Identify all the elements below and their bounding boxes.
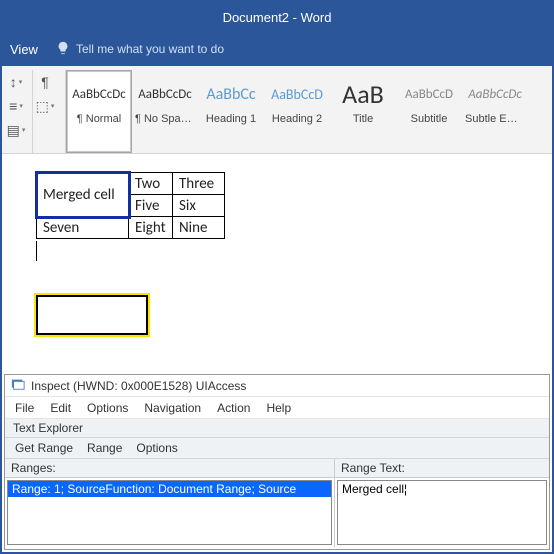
range-text-value: Merged cell¦ bbox=[338, 481, 546, 497]
document-table[interactable]: Merged cell Two Three Five Six Seven Eig… bbox=[36, 172, 225, 239]
ribbon-tabs: View Tell me what you want to do bbox=[2, 32, 552, 66]
window-title-bar: Document2 - Word bbox=[2, 2, 552, 32]
app-icon bbox=[11, 377, 25, 394]
tool-get-range[interactable]: Get Range bbox=[15, 441, 73, 455]
ranges-header: Ranges: bbox=[5, 459, 334, 478]
styles-gallery[interactable]: AaBbCcDc ¶ Normal AaBbCcDc ¶ No Spac… Aa… bbox=[66, 70, 550, 153]
window-title: Document2 - Word bbox=[223, 10, 332, 25]
inspect-columns: Ranges: Range: 1; SourceFunction: Docume… bbox=[5, 459, 549, 547]
pilcrow-button[interactable]: ¶ bbox=[35, 72, 55, 92]
table-cell[interactable]: Nine bbox=[173, 217, 225, 239]
menu-edit[interactable]: Edit bbox=[50, 401, 71, 415]
tell-me-search[interactable]: Tell me what you want to do bbox=[56, 41, 224, 58]
style-subtitle[interactable]: AaBbCcD Subtitle bbox=[396, 70, 462, 153]
style-subtle-emphasis[interactable]: AaBbCcDc Subtle Em… bbox=[462, 70, 528, 153]
inspect-subtool-label: Text Explorer bbox=[5, 419, 549, 438]
tab-view[interactable]: View bbox=[10, 42, 38, 57]
style-no-spacing[interactable]: AaBbCcDc ¶ No Spac… bbox=[132, 70, 198, 153]
table-row: Seven Eight Nine bbox=[37, 217, 225, 239]
table-cell[interactable]: Three bbox=[173, 173, 225, 195]
ribbon: ↕ ≡ ▤ ¶ ⬚ AaBbCcDc ¶ Normal AaBbCcDc ¶ N… bbox=[2, 66, 552, 154]
range-list-item[interactable]: Range: 1; SourceFunction: Document Range… bbox=[8, 481, 331, 497]
highlight-rectangle bbox=[36, 295, 148, 335]
lightbulb-icon bbox=[56, 41, 70, 58]
tell-me-placeholder: Tell me what you want to do bbox=[76, 42, 224, 56]
table-row: Merged cell Two Three bbox=[37, 173, 225, 195]
inspect-title: Inspect (HWND: 0x000E1528) UIAccess bbox=[31, 379, 246, 393]
table-cell-merged[interactable]: Merged cell bbox=[37, 173, 129, 217]
indent-button[interactable]: ≡ bbox=[6, 96, 26, 116]
style-heading-1[interactable]: AaBbCc Heading 1 bbox=[198, 70, 264, 153]
document-canvas[interactable]: Merged cell Two Three Five Six Seven Eig… bbox=[2, 154, 552, 384]
table-cell[interactable]: Eight bbox=[129, 217, 173, 239]
menu-action[interactable]: Action bbox=[217, 401, 250, 415]
ribbon-group-marks: ¶ ⬚ bbox=[33, 70, 66, 153]
rangetext-header: Range Text: bbox=[335, 459, 549, 478]
menu-file[interactable]: File bbox=[15, 401, 34, 415]
style-title[interactable]: AaB Title bbox=[330, 70, 396, 153]
rangetext-body[interactable]: Merged cell¦ bbox=[337, 480, 547, 545]
inspect-window: Inspect (HWND: 0x000E1528) UIAccess File… bbox=[4, 374, 550, 550]
inspect-title-bar[interactable]: Inspect (HWND: 0x000E1528) UIAccess bbox=[5, 375, 549, 397]
rangetext-column: Range Text: Merged cell¦ bbox=[335, 459, 549, 547]
style-heading-2[interactable]: AaBbCcD Heading 2 bbox=[264, 70, 330, 153]
inspect-toolbar: Get Range Range Options bbox=[5, 438, 549, 459]
bullets-button[interactable]: ↕ bbox=[6, 72, 26, 92]
inspect-menu-bar: File Edit Options Navigation Action Help bbox=[5, 397, 549, 419]
menu-help[interactable]: Help bbox=[266, 401, 291, 415]
ranges-list[interactable]: Range: 1; SourceFunction: Document Range… bbox=[7, 480, 332, 545]
align-button[interactable]: ▤ bbox=[6, 120, 26, 140]
table-cell[interactable]: Two bbox=[129, 173, 173, 195]
table-cell[interactable]: Five bbox=[129, 195, 173, 217]
ribbon-group-paragraph: ↕ ≡ ▤ bbox=[4, 70, 33, 153]
shading-button[interactable]: ⬚ bbox=[35, 96, 55, 116]
tool-range[interactable]: Range bbox=[87, 441, 122, 455]
table-cell[interactable]: Seven bbox=[37, 217, 129, 239]
text-caret bbox=[36, 241, 37, 261]
menu-options[interactable]: Options bbox=[87, 401, 128, 415]
table-cell[interactable]: Six bbox=[173, 195, 225, 217]
menu-navigation[interactable]: Navigation bbox=[144, 401, 201, 415]
ranges-column: Ranges: Range: 1; SourceFunction: Docume… bbox=[5, 459, 335, 547]
tool-options[interactable]: Options bbox=[136, 441, 177, 455]
style-normal[interactable]: AaBbCcDc ¶ Normal bbox=[66, 70, 132, 153]
